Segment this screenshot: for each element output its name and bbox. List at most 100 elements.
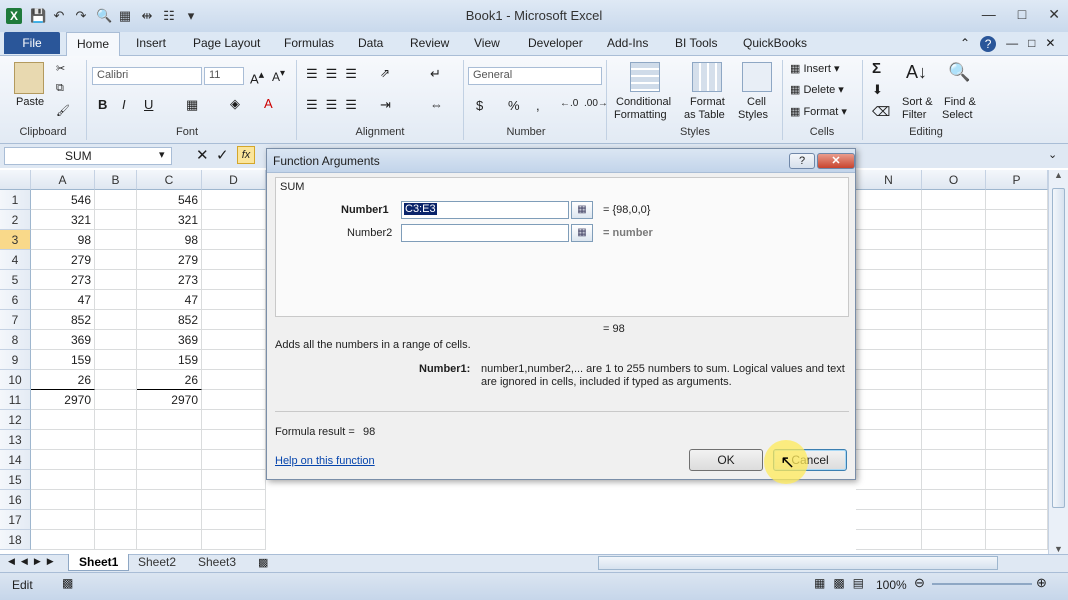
copy-icon[interactable]: ⧉ (56, 82, 64, 95)
cell-d[interactable] (202, 370, 266, 390)
percent-button[interactable]: % (508, 98, 520, 113)
font-color-icon[interactable]: A (264, 96, 273, 111)
cell-b[interactable] (95, 370, 137, 390)
cell-d[interactable] (202, 410, 266, 430)
tab-formulas[interactable]: Formulas (284, 36, 334, 50)
cell-d[interactable] (202, 450, 266, 470)
cell-c[interactable]: 98 (137, 230, 202, 250)
grow-font-icon[interactable]: A▴ (250, 68, 264, 86)
vertical-scrollbar[interactable]: ▲ ▼ (1048, 170, 1068, 554)
cell-o[interactable] (922, 470, 986, 490)
tab-page-layout[interactable]: Page Layout (193, 36, 260, 50)
column-header-o[interactable]: O (922, 170, 986, 190)
tab-view[interactable]: View (474, 36, 500, 50)
conditional-formatting-icon[interactable] (630, 62, 660, 92)
tab-review[interactable]: Review (410, 36, 449, 50)
row-header[interactable]: 16 (0, 490, 31, 510)
cell-n[interactable] (856, 250, 922, 270)
cell-c[interactable] (137, 490, 202, 510)
column-header-b[interactable]: B (95, 170, 137, 190)
column-header-n[interactable]: N (856, 170, 922, 190)
insert-function-button[interactable]: fx (237, 146, 255, 164)
cell-a[interactable] (31, 510, 95, 530)
column-header-p[interactable]: P (986, 170, 1048, 190)
cell-c[interactable]: 546 (137, 190, 202, 210)
tab-developer[interactable]: Developer (528, 36, 583, 50)
find-select-button[interactable]: Find & (944, 96, 976, 108)
zoom-level[interactable]: 100% (876, 578, 907, 592)
insert-sheet-icon[interactable]: ▩ (258, 556, 268, 569)
cell-d[interactable] (202, 470, 266, 490)
cell-p[interactable] (986, 530, 1048, 550)
cell-a[interactable]: 2970 (31, 390, 95, 410)
row-header[interactable]: 15 (0, 470, 31, 490)
cell-a[interactable] (31, 450, 95, 470)
zoom-in-icon[interactable]: ⊕ (1036, 575, 1047, 591)
scroll-down-icon[interactable]: ▼ (1049, 544, 1068, 554)
cell-c[interactable] (137, 530, 202, 550)
cell-d[interactable] (202, 270, 266, 290)
tab-add-ins[interactable]: Add-Ins (607, 36, 648, 50)
zoom-out-icon[interactable]: ⊖ (914, 575, 925, 591)
scroll-thumb[interactable] (1052, 188, 1065, 508)
cell-a[interactable] (31, 470, 95, 490)
cell-a[interactable] (31, 530, 95, 550)
cell-d[interactable] (202, 430, 266, 450)
insert-cells-button[interactable]: ▦ Insert ▾ (790, 62, 840, 75)
cell-a[interactable]: 47 (31, 290, 95, 310)
cell-a[interactable]: 159 (31, 350, 95, 370)
cell-a[interactable] (31, 410, 95, 430)
currency-button[interactable]: $ (476, 98, 483, 113)
indent-icon[interactable]: ⇥ (380, 97, 391, 113)
minimize-ribbon-icon[interactable]: ⌃ (960, 36, 970, 52)
column-header-a[interactable]: A (31, 170, 95, 190)
cell-o[interactable] (922, 310, 986, 330)
cell-p[interactable] (986, 370, 1048, 390)
cell-p[interactable] (986, 290, 1048, 310)
cell-c[interactable]: 47 (137, 290, 202, 310)
find-select-label[interactable]: Select (942, 109, 973, 121)
number1-input[interactable]: C3:E3 (401, 201, 569, 219)
cell-c[interactable] (137, 470, 202, 490)
sheet-nav-icons[interactable]: ◀◀▶▶ (8, 556, 60, 567)
sheet-tab-1[interactable]: Sheet1 (68, 554, 130, 571)
cell-n[interactable] (856, 430, 922, 450)
row-header[interactable]: 11 (0, 390, 31, 410)
tab-file[interactable]: File (4, 32, 60, 54)
cell-p[interactable] (986, 350, 1048, 370)
help-icon[interactable]: ? (980, 36, 997, 52)
cell-a[interactable]: 98 (31, 230, 95, 250)
cell-styles-button[interactable]: Cell (747, 96, 766, 108)
cell-n[interactable] (856, 310, 922, 330)
cell-c[interactable]: 159 (137, 350, 202, 370)
row-header[interactable]: 6 (0, 290, 31, 310)
cell-o[interactable] (922, 270, 986, 290)
cell-n[interactable] (856, 230, 922, 250)
cell-c[interactable] (137, 450, 202, 470)
cell-b[interactable] (95, 210, 137, 230)
cell-p[interactable] (986, 470, 1048, 490)
horizontal-align-icons[interactable]: ☰☰☰ (306, 97, 365, 113)
row-header[interactable]: 7 (0, 310, 31, 330)
column-header-c[interactable]: C (137, 170, 202, 190)
conditional-formatting-label[interactable]: Formatting (614, 109, 667, 121)
italic-icon[interactable]: I (122, 97, 126, 112)
row-header[interactable]: 14 (0, 450, 31, 470)
cell-d[interactable] (202, 190, 266, 210)
row-header[interactable]: 8 (0, 330, 31, 350)
cell-n[interactable] (856, 330, 922, 350)
tab-insert[interactable]: Insert (136, 36, 166, 50)
font-size-combo[interactable]: 11 (204, 67, 244, 85)
sort-filter-button[interactable]: Sort & (902, 96, 933, 108)
cell-d[interactable] (202, 230, 266, 250)
number-format-combo[interactable]: General (468, 67, 602, 85)
scroll-up-icon[interactable]: ▲ (1049, 170, 1068, 180)
number1-ref-icon[interactable]: ▦ (571, 201, 593, 219)
number2-input[interactable] (401, 224, 569, 242)
cell-a[interactable]: 852 (31, 310, 95, 330)
row-header[interactable]: 18 (0, 530, 31, 550)
ok-button[interactable]: OK (689, 449, 763, 471)
cell-styles-label[interactable]: Styles (738, 109, 768, 121)
cell-n[interactable] (856, 190, 922, 210)
row-header[interactable]: 4 (0, 250, 31, 270)
